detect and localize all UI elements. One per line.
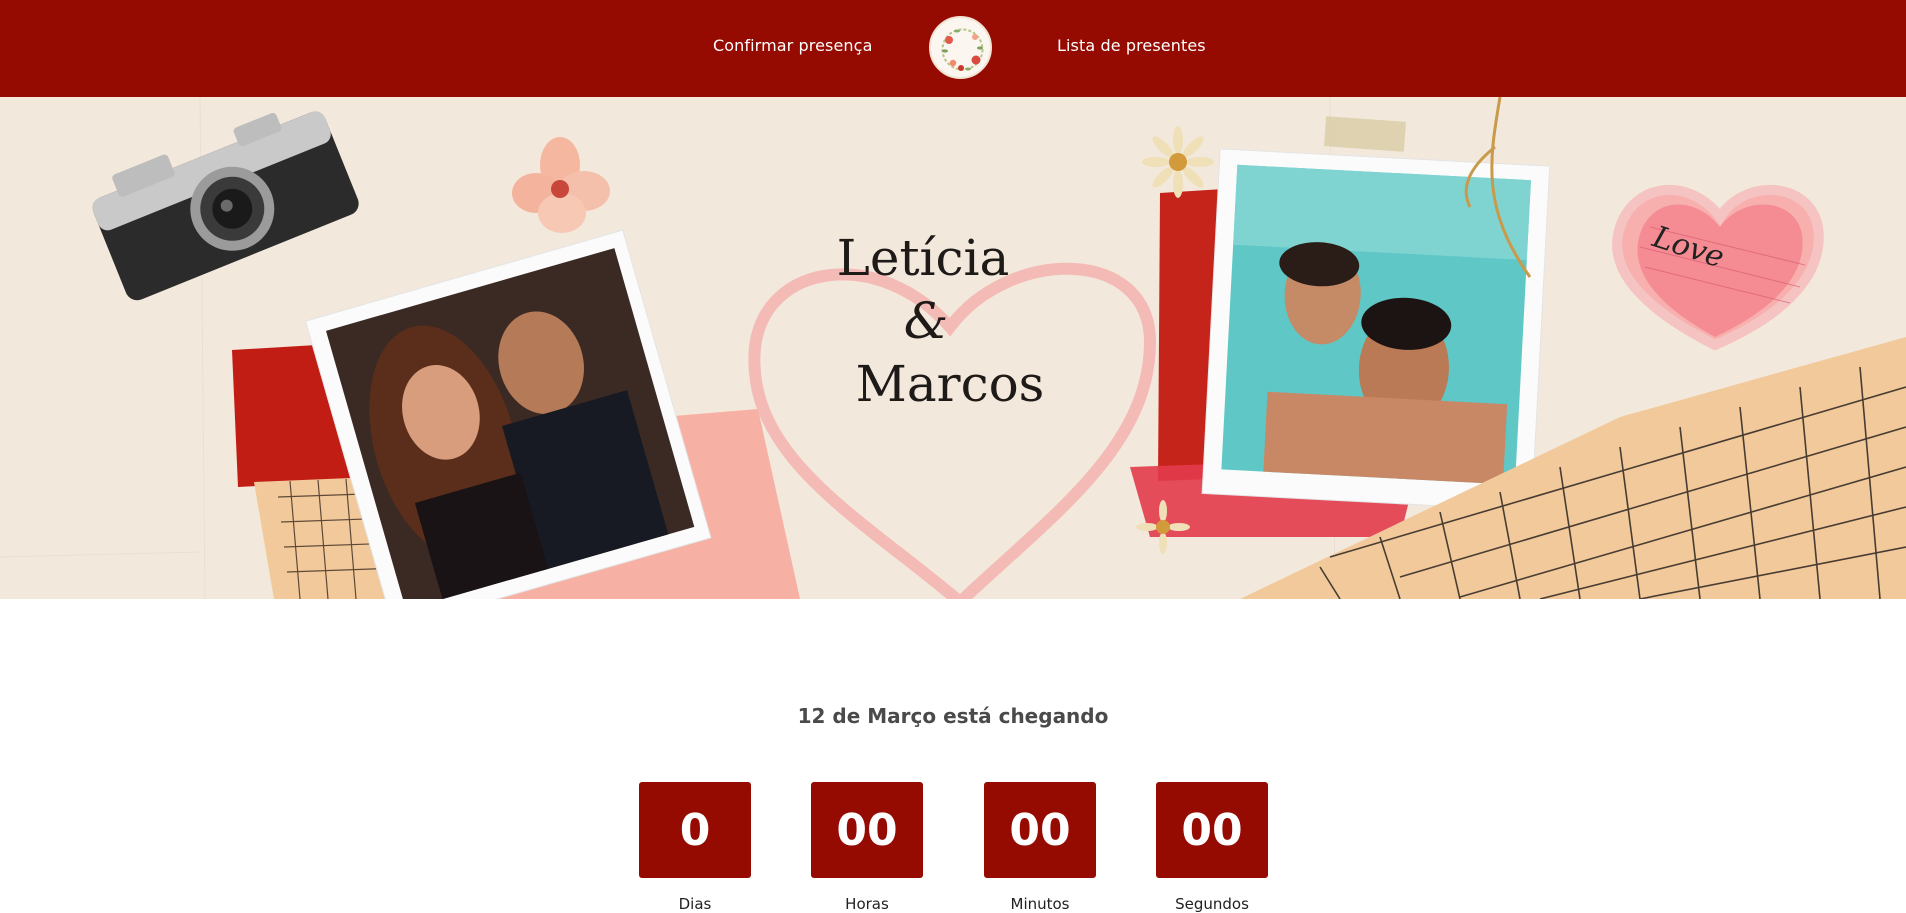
vintage-camera-icon <box>92 111 359 301</box>
countdown-minutes-value: 00 <box>984 782 1096 878</box>
countdown-seconds-value: 00 <box>1156 782 1268 878</box>
countdown-days-label: Dias <box>678 895 712 913</box>
countdown-seconds-label: Segundos <box>1175 895 1249 913</box>
ampersand: & <box>903 292 949 350</box>
nav-link-gift-list[interactable]: Lista de presentes <box>1057 36 1206 55</box>
top-nav-bar: Confirmar presença Lista de presentes <box>0 0 1906 97</box>
groom-name: Marcos <box>855 355 1045 413</box>
hero-collage: Letícia & Marcos Love <box>0 97 1906 599</box>
countdown-title: 12 de Março está chegando <box>797 704 1109 728</box>
bride-name: Letícia <box>836 229 1010 287</box>
floral-wreath-icon <box>941 28 984 71</box>
countdown-hours-value: 00 <box>811 782 923 878</box>
couple-names-heading: Letícia & Marcos <box>800 227 1100 416</box>
nav-link-rsvp[interactable]: Confirmar presença <box>713 36 872 55</box>
countdown-hours-label: Horas <box>845 895 889 913</box>
countdown-minutes-label: Minutos <box>1010 895 1070 913</box>
daisy-flower-icon <box>1142 126 1214 198</box>
couple-photo-right <box>1201 148 1551 512</box>
pink-flower-icon <box>512 137 610 233</box>
countdown-days-value: 0 <box>639 782 751 878</box>
couple-monogram-logo[interactable] <box>929 16 992 79</box>
